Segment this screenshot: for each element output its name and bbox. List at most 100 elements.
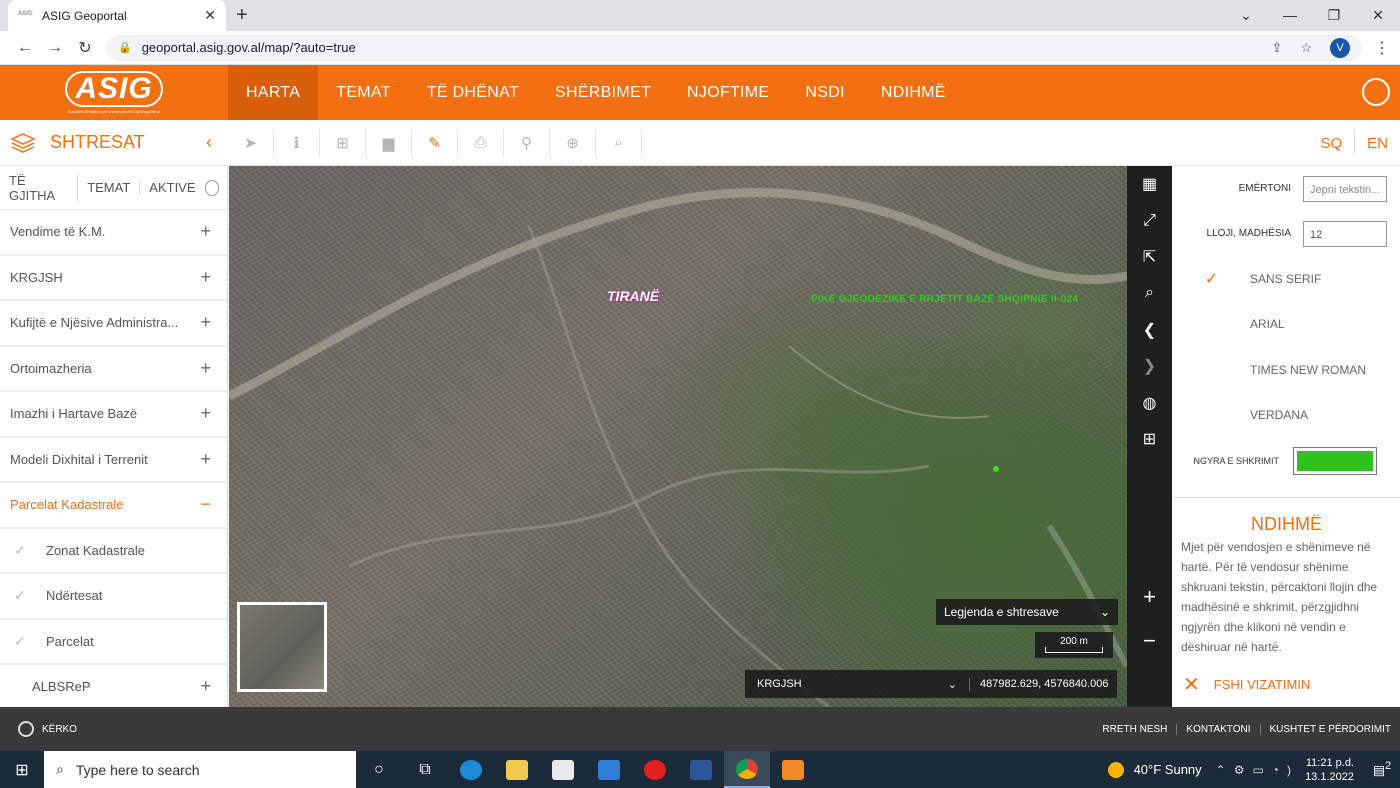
font-option-arial[interactable]: ARIAL xyxy=(1173,302,1400,348)
fullscreen-icon[interactable]: ⇱ xyxy=(1127,239,1172,275)
notification-icon[interactable]: ▤2 xyxy=(1368,760,1396,778)
tab-search-chevron-icon[interactable]: ⌄ xyxy=(1224,0,1268,31)
zoom-box-icon[interactable]: ⌕ xyxy=(1127,275,1172,311)
url-field[interactable]: 🔒 geoportal.asig.gov.al/map/?auto=true ⇪… xyxy=(106,34,1362,61)
nav-nsdi[interactable]: NSDI xyxy=(787,65,862,120)
link-icon[interactable]: ⚲ xyxy=(504,128,550,157)
task-view-icon[interactable]: ⧉ xyxy=(402,751,448,788)
info-icon[interactable]: ℹ xyxy=(274,128,320,157)
clock[interactable]: 11:21 p.d. 13.1.2022 xyxy=(1305,756,1354,784)
font-option-sans-serif[interactable]: ✓ SANS SERIF xyxy=(1173,256,1400,302)
expand-icon[interactable]: + xyxy=(200,449,211,470)
tab-themes[interactable]: TEMAT xyxy=(78,180,141,195)
clear-drawing-button[interactable]: ✕ FSHI VIZATIMIN xyxy=(1183,672,1310,697)
user-account-icon[interactable] xyxy=(1362,78,1390,106)
layer-item[interactable]: Ortoimazheria + xyxy=(0,347,227,392)
expand-icon[interactable]: + xyxy=(200,221,211,242)
sublayer-item[interactable]: ✓ Parcelat xyxy=(0,620,227,665)
reload-button[interactable]: ↻ xyxy=(70,38,100,58)
grid-icon[interactable]: ⊞ xyxy=(1127,421,1172,457)
asig-logo[interactable]: ASIG Autoriteti Shtetëror për Informacio… xyxy=(0,65,228,120)
check-icon[interactable]: ✓ xyxy=(14,633,46,650)
nav-te-dhenat[interactable]: TË DHËNAT xyxy=(409,65,537,120)
projection-select[interactable]: KRGJSH ⌄ xyxy=(745,677,970,691)
windows-start-icon[interactable]: ⊞ xyxy=(0,760,44,780)
expand-icon[interactable]: + xyxy=(200,676,211,697)
gear-icon[interactable] xyxy=(204,179,219,196)
collapse-sidebar-icon[interactable]: ‹ xyxy=(206,132,212,153)
font-option-times[interactable]: TIMES NEW ROMAN xyxy=(1173,347,1400,393)
check-icon[interactable]: ✓ xyxy=(14,587,46,604)
nav-ndihme[interactable]: NDIHMË xyxy=(863,65,964,120)
cortana-icon[interactable]: ○ xyxy=(356,751,402,788)
overview-minimap[interactable] xyxy=(237,602,327,692)
zoom-out-button[interactable]: − xyxy=(1127,628,1172,654)
add-circle-icon[interactable]: ⊕ xyxy=(550,128,596,157)
collapse-icon[interactable]: − xyxy=(200,494,211,515)
tray-icons[interactable]: ⌃⚙▭◔) xyxy=(1216,763,1299,777)
app-orange-icon[interactable] xyxy=(770,751,816,788)
legend-dropdown[interactable]: Legjenda e shtresave ⌄ xyxy=(936,599,1118,625)
tab-all[interactable]: TË GJITHA xyxy=(0,172,79,203)
tab-active[interactable]: AKTIVE xyxy=(140,180,204,195)
back-button[interactable]: ← xyxy=(10,39,40,57)
share-icon[interactable]: ⇪ xyxy=(1271,40,1282,56)
weather-text[interactable]: 40°F Sunny xyxy=(1134,762,1202,777)
geodetic-point-marker[interactable] xyxy=(993,466,999,472)
map-canvas[interactable]: TIRANË PIKË GJEODEZIKE E RRJETIT BAZË SH… xyxy=(229,166,1127,707)
full-extent-icon[interactable]: ⤢ xyxy=(1127,202,1172,238)
select-pointer-icon[interactable]: ➤ xyxy=(228,128,274,157)
search-icon[interactable]: ⌕ xyxy=(596,128,642,157)
footer-link-terms[interactable]: KUSHTET E PËRDORIMIT xyxy=(1259,723,1400,735)
layer-item[interactable]: Imazhi i Hartave Bazë + xyxy=(0,392,227,438)
footer-link-about[interactable]: RRETH NESH xyxy=(1093,724,1176,735)
basemap-icon[interactable]: ▦ xyxy=(1127,166,1172,202)
sublayer-item[interactable]: ✓ Zonat Kadastrale xyxy=(0,529,227,574)
expand-icon[interactable]: + xyxy=(200,267,211,288)
previous-extent-icon[interactable]: ❮ xyxy=(1127,312,1172,348)
nav-njoftime[interactable]: NJOFTIME xyxy=(669,65,787,120)
bookmark-star-icon[interactable]: ☆ xyxy=(1300,40,1312,56)
font-option-verdana[interactable]: VERDANA xyxy=(1173,393,1400,439)
next-extent-icon[interactable]: ❯ xyxy=(1127,348,1172,384)
nav-sherbimet[interactable]: SHËRBIMET xyxy=(537,65,669,120)
browser-menu-icon[interactable]: ⋮ xyxy=(1374,38,1390,58)
tab-close-icon[interactable]: ✕ xyxy=(204,7,216,24)
globe-icon[interactable]: ◍ xyxy=(1127,384,1172,420)
taskbar-search[interactable]: ⌕ Type here to search xyxy=(44,751,356,788)
chrome-icon[interactable] xyxy=(724,751,770,788)
nav-temat[interactable]: TEMAT xyxy=(318,65,409,120)
layer-item-expanded[interactable]: Parcelat Kadastrale − xyxy=(0,483,227,529)
lang-en[interactable]: EN xyxy=(1355,135,1400,152)
layer-item[interactable]: ALBSReP + xyxy=(0,665,227,707)
layer-item[interactable]: KRGJSH + xyxy=(0,256,227,301)
edge-icon[interactable] xyxy=(448,751,494,788)
footer-link-contact[interactable]: KONTAKTONI xyxy=(1176,723,1259,735)
opera-icon[interactable] xyxy=(632,751,678,788)
profile-chart-icon[interactable]: ▆ xyxy=(366,128,412,157)
mail-icon[interactable] xyxy=(586,751,632,788)
lang-sq[interactable]: SQ xyxy=(1308,135,1354,152)
edit-annotation-icon[interactable]: ✎ xyxy=(412,128,458,157)
layer-item[interactable]: Kufijtë e Njësive Administra... + xyxy=(0,301,227,347)
profile-avatar[interactable]: V xyxy=(1330,37,1350,58)
browser-tab[interactable]: ASIG ASIG Geoportal ✕ xyxy=(8,0,226,31)
sublayer-item[interactable]: ✓ Ndërtesat xyxy=(0,574,227,620)
footer-search[interactable]: KËRKO xyxy=(0,721,77,737)
color-picker[interactable] xyxy=(1293,446,1377,475)
new-tab-button[interactable]: + xyxy=(236,4,248,27)
zoom-in-button[interactable]: + xyxy=(1127,584,1172,610)
add-layer-icon[interactable]: ⊞ xyxy=(320,128,366,157)
nav-harta[interactable]: HARTA xyxy=(228,65,319,120)
file-explorer-icon[interactable] xyxy=(494,751,540,788)
minimize-button[interactable]: — xyxy=(1268,0,1312,31)
layer-item[interactable]: Vendime të K.M. + xyxy=(0,210,227,256)
expand-icon[interactable]: + xyxy=(200,358,211,379)
expand-icon[interactable]: + xyxy=(200,403,211,424)
maximize-button[interactable]: ❐ xyxy=(1312,0,1356,31)
forward-button[interactable]: → xyxy=(40,39,70,57)
store-icon[interactable] xyxy=(540,751,586,788)
close-window-button[interactable]: ✕ xyxy=(1356,0,1400,31)
layer-item[interactable]: Modeli Dixhital i Terrenit + xyxy=(0,438,227,483)
check-icon[interactable]: ✓ xyxy=(14,542,46,559)
